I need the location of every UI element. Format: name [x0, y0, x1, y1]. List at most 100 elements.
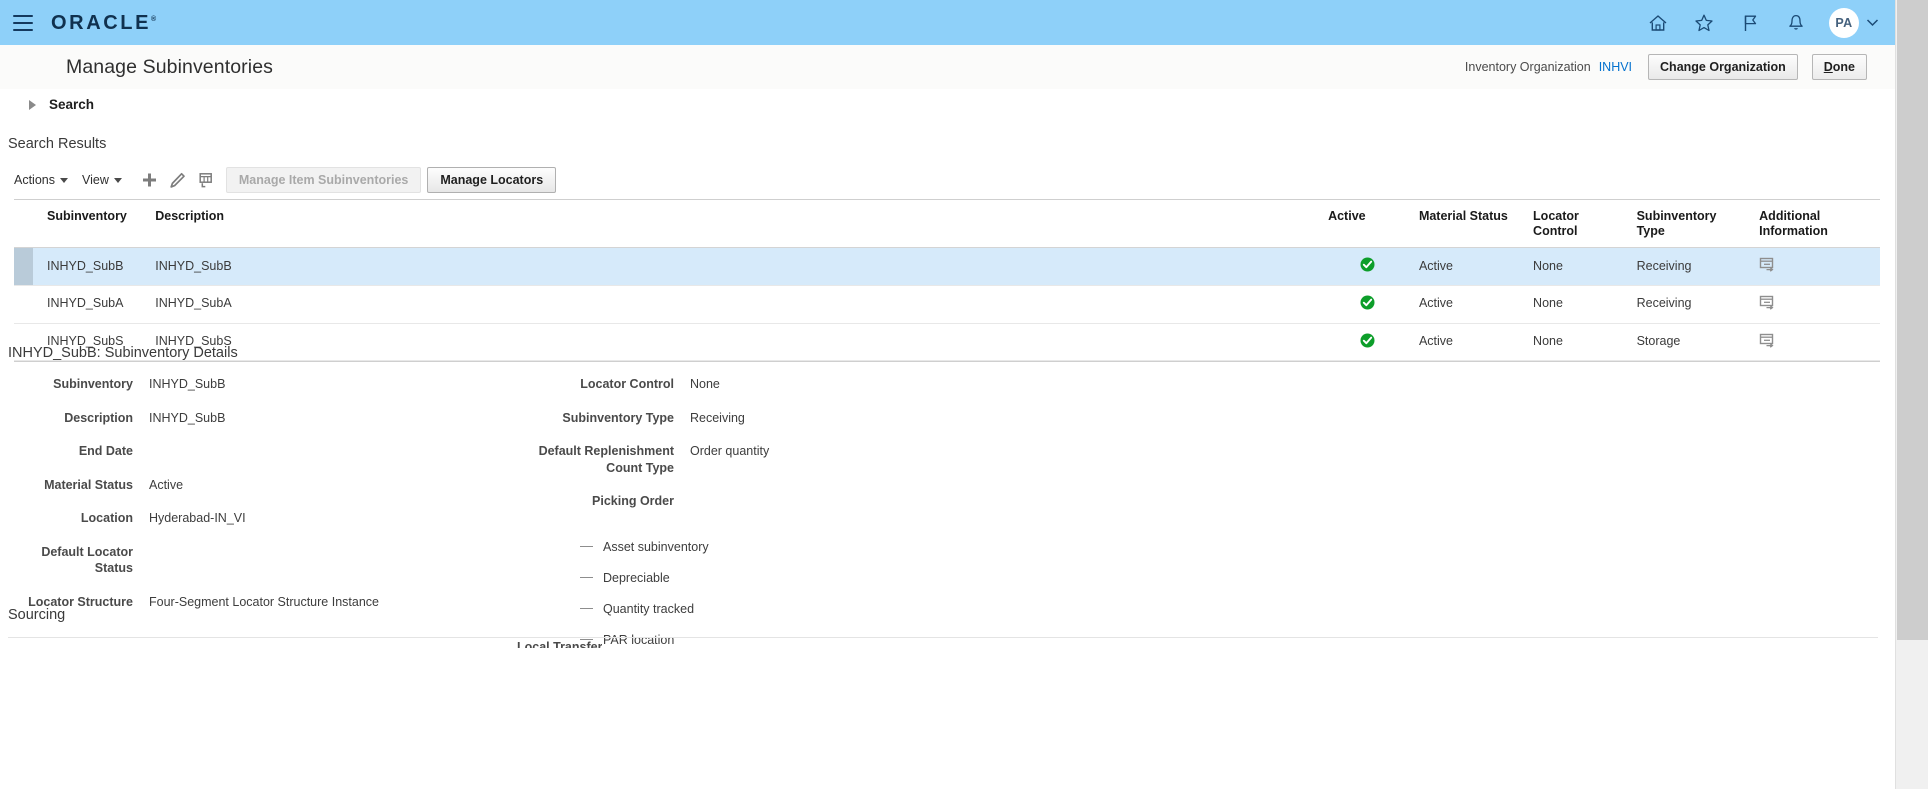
cell-subinventory-type: Receiving: [1630, 285, 1754, 324]
cell-additional-information: [1753, 323, 1880, 362]
hamburger-menu-icon[interactable]: [13, 14, 33, 31]
flag-asset-subinventory: Asset subinventory: [528, 540, 1228, 554]
cell-additional-information: [1753, 247, 1880, 286]
field-subinventory-type: Subinventory Type Receiving: [528, 409, 1228, 427]
user-menu[interactable]: PA: [1829, 7, 1879, 38]
search-results-heading: Search Results: [8, 136, 107, 152]
manage-item-subinventories-button[interactable]: Manage Item Subinventories: [225, 167, 422, 193]
cell-description: INHYD_SubS: [149, 323, 1323, 362]
field-label: End Date: [78, 444, 133, 458]
field-default-replenishment-count-type: Default Replenishment Count Type Order q…: [528, 442, 1228, 476]
page-header-actions: Inventory Organization INHVI Change Orga…: [1465, 54, 1895, 80]
search-section-label[interactable]: Search: [49, 97, 94, 112]
field-value: Hyderabad-IN_VI: [149, 511, 246, 525]
view-menu-label: View: [82, 173, 109, 187]
results-toolbar: Actions View Manage Item Subinventories: [14, 167, 1880, 193]
row-handle-header: [14, 200, 34, 248]
actions-menu-label: Actions: [14, 173, 55, 187]
field-picking-order: Picking Order: [528, 492, 1228, 510]
plus-icon[interactable]: [136, 168, 164, 192]
column-header-additional-information[interactable]: Additional Information: [1753, 200, 1880, 248]
cell-locator-control: None: [1527, 323, 1631, 362]
subinventories-table: Subinventory Description Active Material…: [14, 199, 1880, 363]
dash-icon: [580, 577, 593, 578]
field-label: Picking Order: [592, 494, 674, 508]
field-label: Default Replenishment Count Type: [538, 444, 674, 475]
cell-subinventory-type: Storage: [1630, 323, 1754, 362]
row-selection-handle[interactable]: [14, 285, 34, 324]
global-header-actions: PA: [1635, 0, 1895, 45]
cell-description: INHYD_SubA: [149, 285, 1323, 324]
table-body: INHYD_SubB INHYD_SubB Active None Receiv…: [14, 247, 1880, 362]
sourcing-heading: Sourcing: [8, 607, 66, 623]
cell-material-status: Active: [1412, 247, 1528, 286]
actions-menu[interactable]: Actions: [14, 173, 68, 187]
page-scrollbar[interactable]: [1895, 0, 1928, 789]
field-locator-control: Locator Control None: [528, 375, 1228, 393]
table-header-row: Subinventory Description Active Material…: [14, 200, 1880, 248]
application-page: ORACLE ® PA Manage Subinventories Invent…: [0, 0, 1928, 789]
done-button[interactable]: Done: [1811, 54, 1867, 80]
column-header-active[interactable]: Active: [1322, 200, 1413, 248]
field-label: Material Status: [44, 477, 133, 492]
field-label: Description: [64, 410, 133, 425]
table-row[interactable]: INHYD_SubS INHYD_SubS Active None Storag…: [14, 323, 1880, 362]
column-header-subinventory[interactable]: Subinventory: [33, 200, 150, 248]
page-title: Manage Subinventories: [66, 55, 273, 78]
details-heading: INHYD_SubB: Subinventory Details: [8, 345, 238, 361]
flag-icon[interactable]: [1727, 0, 1773, 45]
active-check-icon: [1360, 295, 1375, 314]
pencil-icon[interactable]: [164, 168, 192, 192]
field-value: None: [690, 377, 720, 391]
note-icon[interactable]: [1759, 257, 1776, 276]
flag-par-location: PAR location: [528, 633, 1228, 647]
scrollbar-thumb[interactable]: [1897, 0, 1928, 640]
search-section-header[interactable]: Search: [0, 97, 1895, 112]
sourcing-cutoff-label: Local Transfer: [517, 640, 603, 648]
field-label: Subinventory Type: [562, 410, 674, 425]
cell-active: [1322, 285, 1413, 324]
field-value: INHYD_SubB: [149, 410, 226, 425]
cell-locator-control: None: [1527, 247, 1631, 286]
cell-subinventory: INHYD_SubB: [33, 247, 150, 286]
dash-icon: [580, 546, 593, 547]
column-header-subinventory-type[interactable]: Subinventory Type: [1630, 200, 1754, 248]
active-check-icon: [1360, 333, 1375, 352]
home-icon[interactable]: [1635, 0, 1681, 45]
bell-icon[interactable]: [1773, 0, 1819, 45]
flag-quantity-tracked: Quantity tracked: [528, 602, 1228, 616]
flag-label: Asset subinventory: [603, 539, 709, 554]
view-menu[interactable]: View: [82, 173, 122, 187]
note-icon[interactable]: [1759, 333, 1776, 352]
flag-depreciable: Depreciable: [528, 571, 1228, 585]
dash-icon: [580, 608, 593, 609]
cell-material-status: Active: [1412, 285, 1528, 324]
inventory-organization-value[interactable]: INHVI: [1599, 60, 1632, 74]
row-selection-handle[interactable]: [14, 247, 34, 286]
details-right-column: Locator Control None Subinventory Type R…: [528, 375, 1228, 664]
field-value: Receiving: [690, 410, 745, 425]
inventory-organization-label: Inventory Organization: [1464, 60, 1591, 74]
favorites-star-icon[interactable]: [1681, 0, 1727, 45]
field-label: Subinventory: [53, 377, 133, 391]
active-check-icon: [1360, 257, 1375, 276]
cell-subinventory-type: Receiving: [1630, 247, 1754, 286]
column-header-locator-control[interactable]: Locator Control: [1527, 200, 1631, 248]
note-icon[interactable]: [1759, 295, 1776, 314]
column-header-description[interactable]: Description: [149, 200, 1323, 248]
change-organization-button[interactable]: Change Organization: [1648, 54, 1798, 80]
field-label: Default Locator Status: [41, 544, 133, 576]
detach-table-icon[interactable]: [192, 168, 220, 192]
table-row[interactable]: INHYD_SubA INHYD_SubA Active None Receiv…: [14, 285, 1880, 324]
field-label: Locator Control: [580, 377, 674, 391]
disclosure-triangle-icon[interactable]: [26, 99, 38, 111]
field-value: INHYD_SubB: [149, 377, 226, 391]
cell-locator-control: None: [1527, 285, 1631, 324]
manage-locators-button[interactable]: Manage Locators: [427, 167, 557, 193]
field-value: Four-Segment Locator Structure Instance: [149, 594, 379, 609]
cell-description: INHYD_SubB: [149, 247, 1323, 286]
table-row[interactable]: INHYD_SubB INHYD_SubB Active None Receiv…: [14, 247, 1880, 286]
cell-active: [1322, 247, 1413, 286]
column-header-material-status[interactable]: Material Status: [1412, 200, 1528, 248]
field-label: Location: [80, 511, 133, 525]
